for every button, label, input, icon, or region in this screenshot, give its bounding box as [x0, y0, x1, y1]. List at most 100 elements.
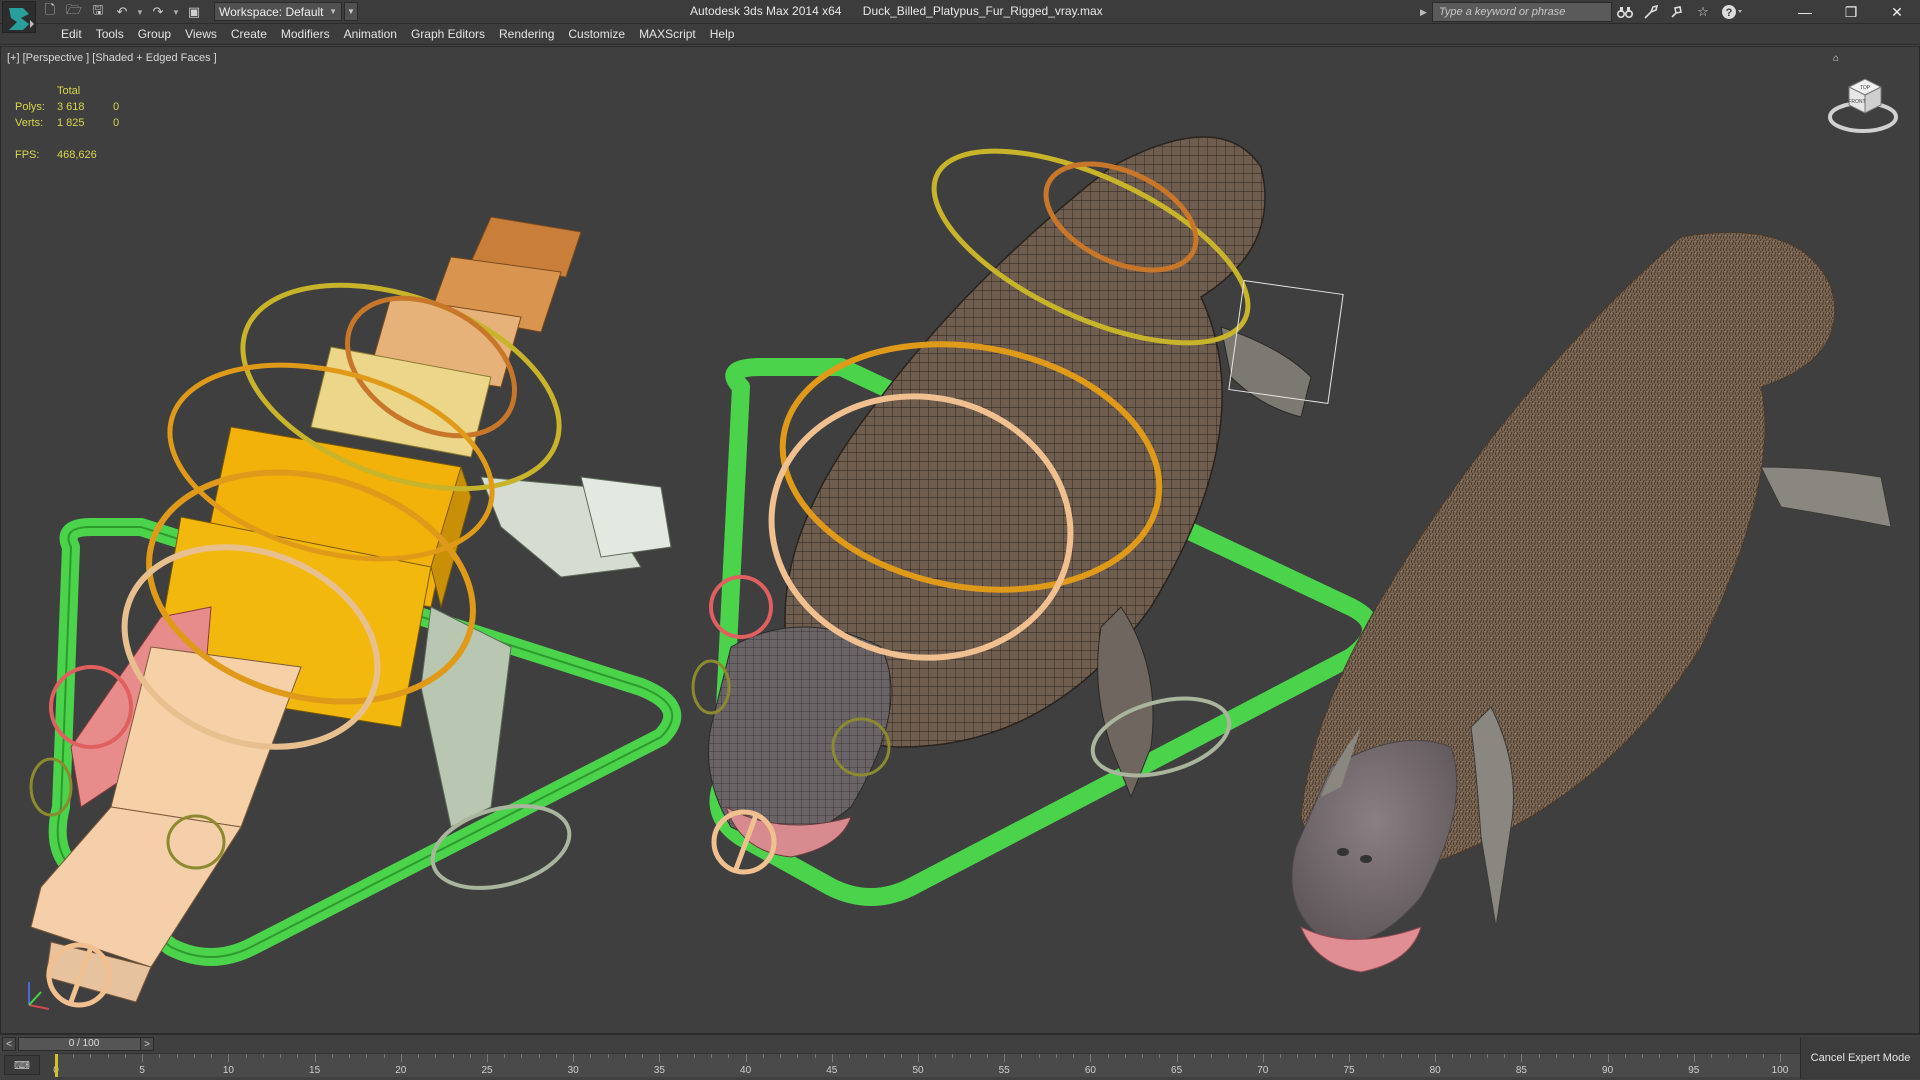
title-bar: 🗋 🗁 🖫 ↶ ▼ ↷ ▼ ▣ Workspace: Default ▼ ▼ A… [0, 0, 1920, 33]
menu-maxscript[interactable]: MAXScript [632, 27, 703, 41]
track-tick [418, 1054, 420, 1058]
track-bar[interactable]: 0510152025303540455055606570758085909510… [53, 1053, 1800, 1077]
track-tick-label: 80 [1429, 1065, 1441, 1076]
track-tick [676, 1054, 678, 1058]
search-expand-icon[interactable]: ▶ [1420, 3, 1430, 21]
track-tick [797, 1054, 799, 1058]
search-input[interactable] [1432, 2, 1612, 22]
track-tick-label: 100 [1771, 1065, 1789, 1076]
track-tick [1159, 1054, 1161, 1058]
undo-icon[interactable]: ↶ [112, 3, 132, 21]
track-tick [900, 1054, 902, 1058]
track-tick-label: 45 [826, 1065, 838, 1076]
track-tick-label: 35 [653, 1065, 665, 1076]
svg-text:?: ? [1726, 7, 1733, 19]
track-tick [107, 1054, 109, 1058]
track-tick-label: 25 [481, 1065, 493, 1076]
verts-selected: 0 [113, 117, 120, 129]
track-tick-label: 50 [912, 1065, 924, 1076]
track-tick [1573, 1054, 1575, 1058]
track-tick-label: 30 [567, 1065, 579, 1076]
redo-dropdown-icon[interactable]: ▼ [172, 3, 180, 21]
menu-animation[interactable]: Animation [337, 27, 404, 41]
close-button[interactable]: ✕ [1874, 0, 1920, 24]
menu-modifiers[interactable]: Modifiers [274, 27, 337, 41]
file-name: Duck_Billed_Platypus_Fur_Rigged_vray.max [862, 4, 1103, 18]
viewport-label-menu[interactable]: [+] [Perspective ] [Shaded + Edged Faces… [7, 52, 217, 64]
menu-rendering[interactable]: Rendering [492, 27, 561, 41]
menu-tools[interactable]: Tools [89, 27, 131, 41]
track-tick-label: 55 [998, 1065, 1010, 1076]
viewcube[interactable]: TOP FRONT [1827, 67, 1899, 137]
home-icon[interactable]: ⌂ [1833, 53, 1839, 64]
time-slider-thumb[interactable]: 0 / 100 [18, 1037, 150, 1051]
time-bar: < 0 / 100 > ⌨ 05101520253035404550556065… [0, 1034, 1920, 1080]
minimize-button[interactable]: — [1782, 0, 1828, 24]
3ds-max-logo-icon[interactable] [2, 1, 36, 33]
next-frame-icon[interactable]: > [140, 1037, 154, 1051]
bone-rig-model[interactable] [29, 216, 682, 1008]
mesh-rig-model[interactable] [691, 112, 1380, 906]
subscription-icon[interactable] [1642, 3, 1660, 21]
track-tick [1521, 1054, 1523, 1062]
track-tick [883, 1054, 885, 1058]
track-tick [1780, 1054, 1781, 1062]
track-tick [624, 1054, 626, 1058]
workspace-label: Workspace: Default [219, 4, 324, 19]
track-tick [1073, 1054, 1075, 1058]
track-tick [831, 1054, 833, 1062]
new-file-icon[interactable]: 🗋 [40, 2, 60, 21]
perspective-viewport[interactable]: [+] [Perspective ] [Shaded + Edged Faces… [0, 46, 1920, 1034]
search-binoculars-icon[interactable] [1616, 3, 1634, 21]
previous-frame-icon[interactable]: < [2, 1037, 16, 1051]
track-tick [1504, 1054, 1506, 1058]
time-slider[interactable]: < 0 / 100 > [0, 1037, 1800, 1053]
maxscript-listener-icon[interactable]: ⌨ [4, 1055, 40, 1075]
cancel-expert-mode-button[interactable]: Cancel Expert Mode [1800, 1037, 1920, 1079]
track-tick [1297, 1054, 1299, 1058]
track-tick [521, 1054, 523, 1058]
workspace-dropdown[interactable]: Workspace: Default ▼ [214, 2, 342, 21]
open-file-icon[interactable]: 🗁 [64, 2, 84, 21]
restore-button[interactable]: ❐ [1828, 0, 1874, 24]
track-tick [849, 1054, 851, 1058]
redo-icon[interactable]: ↷ [148, 3, 168, 21]
scene-canvas[interactable] [1, 47, 1920, 1034]
undo-dropdown-icon[interactable]: ▼ [136, 3, 144, 21]
window-title: Autodesk 3ds Max 2014 x64 Duck_Billed_Pl… [690, 4, 1121, 18]
communication-center-icon[interactable] [1668, 3, 1686, 21]
menu-customize[interactable]: Customize [561, 27, 632, 41]
current-frame-marker[interactable] [55, 1054, 58, 1077]
chevron-down-icon: ▼ [329, 7, 337, 16]
track-tick [1728, 1054, 1730, 1058]
track-tick [762, 1054, 764, 1058]
track-tick [1417, 1054, 1419, 1058]
menu-edit[interactable]: Edit [54, 27, 89, 41]
save-file-icon[interactable]: 🖫 [88, 2, 108, 21]
track-tick [331, 1054, 333, 1058]
track-tick [1142, 1054, 1144, 1058]
menu-views[interactable]: Views [178, 27, 224, 41]
track-tick [383, 1054, 385, 1058]
menu-help[interactable]: Help [703, 27, 742, 41]
track-tick [314, 1054, 316, 1062]
track-tick [1228, 1054, 1230, 1058]
track-tick-label: 65 [1171, 1065, 1183, 1076]
viewcube-front-label: FRONT [1848, 99, 1865, 105]
track-tick [1486, 1054, 1488, 1058]
track-tick [159, 1054, 161, 1058]
menu-create[interactable]: Create [224, 27, 274, 41]
polys-total: 3 618 [57, 101, 85, 113]
favorites-star-icon[interactable]: ☆ [1694, 3, 1712, 21]
track-tick [297, 1054, 299, 1058]
menu-group[interactable]: Group [131, 27, 178, 41]
track-tick [1280, 1054, 1282, 1058]
toolbar-overflow-icon[interactable]: ▼ [344, 2, 358, 21]
track-tick [693, 1054, 695, 1058]
track-tick [176, 1054, 178, 1058]
menu-graph-editors[interactable]: Graph Editors [404, 27, 492, 41]
track-tick [1124, 1054, 1126, 1058]
fur-render-model[interactable] [1291, 232, 1892, 973]
project-folder-icon[interactable]: ▣ [184, 3, 204, 21]
help-icon[interactable]: ? [1720, 3, 1744, 21]
